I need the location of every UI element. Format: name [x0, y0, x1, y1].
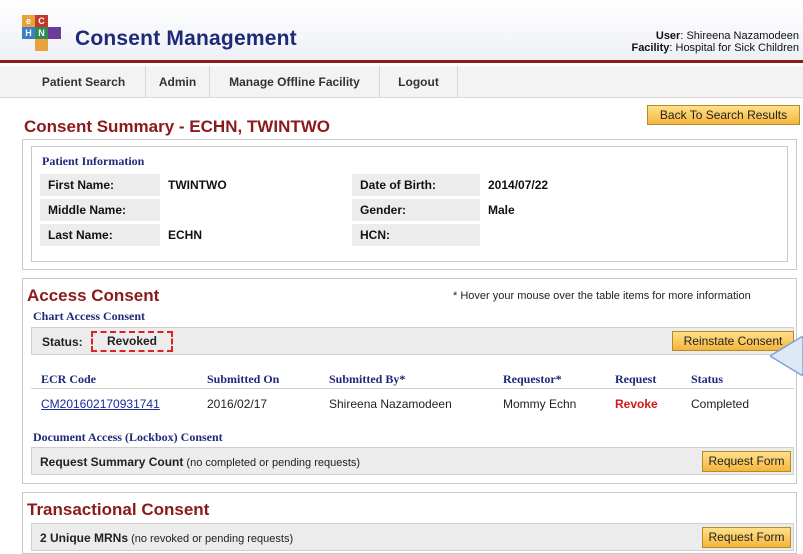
col-requestor: Requestor* — [503, 372, 562, 386]
row-status: Completed — [691, 397, 750, 411]
facility-label: Facility — [631, 42, 670, 54]
hcn-value — [480, 224, 640, 246]
table-header-divider — [31, 388, 794, 389]
hcn-label: HCN: — [352, 224, 480, 246]
col-request: Request — [615, 372, 657, 386]
hover-hint: * Hover your mouse over the table items … — [453, 290, 751, 302]
col-submitted-by: Submitted By* — [329, 372, 406, 386]
transactional-summary: 2 Unique MRNs (no revoked or pending req… — [40, 531, 294, 545]
status-label: Status: — [42, 335, 83, 349]
col-ecr-code: ECR Code — [41, 372, 97, 386]
nav-manage-offline-facility[interactable]: Manage Offline Facility — [210, 66, 380, 98]
first-name-value: TWINTWO — [160, 174, 352, 196]
chart-status-bar: Status: Revoked Reinstate Consent — [31, 327, 794, 355]
row-requestor: Mommy Echn — [503, 397, 577, 411]
transactional-request-form-button[interactable]: Request Form — [702, 527, 791, 548]
gender-value: Male — [480, 199, 640, 221]
ecr-code-link[interactable]: CM201602170931741 — [41, 397, 160, 411]
status-revoked-badge: Revoked — [91, 331, 173, 352]
transactional-consent-panel: Transactional Consent 2 Unique MRNs (no … — [22, 492, 797, 554]
echn-logo: e C H N — [22, 15, 61, 51]
col-submitted-on: Submitted On — [207, 372, 280, 386]
back-to-search-results-button[interactable]: Back To Search Results — [647, 105, 800, 125]
nav-admin[interactable]: Admin — [146, 66, 210, 98]
dob-label: Date of Birth: — [352, 174, 480, 196]
nav-logout[interactable]: Logout — [380, 66, 458, 98]
user-name: Shireena Nazamodeen — [686, 30, 799, 42]
chart-access-heading: Chart Access Consent — [33, 309, 145, 323]
row-request: Revoke — [615, 397, 658, 411]
page-title: Consent Summary - ECHN, TWINTWO — [24, 117, 331, 136]
row-submitted-on: 2016/02/17 — [207, 397, 268, 411]
document-request-summary: Request Summary Count (no completed or p… — [40, 455, 361, 469]
user-label: User — [655, 30, 681, 42]
app-header: e C H N Consent Management User: Shireen… — [0, 0, 803, 63]
patient-info-panel: Patient Information First Name: TWINTWO … — [22, 139, 797, 270]
callout-pointer-icon — [770, 336, 803, 376]
transactional-consent-title: Transactional Consent — [27, 500, 210, 519]
document-access-heading: Document Access (Lockbox) Consent — [33, 430, 223, 444]
access-consent-title: Access Consent — [27, 286, 160, 305]
first-name-label: First Name: — [40, 174, 160, 196]
dob-value: 2014/07/22 — [480, 174, 640, 196]
facility-name: Hospital for Sick Children — [675, 42, 800, 54]
gender-label: Gender: — [352, 199, 480, 221]
app-title: Consent Management — [75, 27, 297, 50]
access-consent-panel: Access Consent * Hover your mouse over t… — [22, 278, 797, 484]
last-name-label: Last Name: — [40, 224, 160, 246]
user-info: User: Shireena Nazamodeen Facility: Hosp… — [631, 30, 799, 54]
patient-info-heading: Patient Information — [42, 154, 145, 168]
document-request-form-button[interactable]: Request Form — [702, 451, 791, 472]
document-request-bar: Request Summary Count (no completed or p… — [31, 447, 794, 475]
middle-name-label: Middle Name: — [40, 199, 160, 221]
row-submitted-by: Shireena Nazamodeen — [329, 397, 452, 411]
nav-patient-search[interactable]: Patient Search — [22, 66, 146, 98]
patient-info-box: Patient Information First Name: TWINTWO … — [31, 146, 788, 262]
col-status: Status — [691, 372, 724, 386]
transactional-request-bar: 2 Unique MRNs (no revoked or pending req… — [31, 523, 794, 551]
main-nav: Patient Search Admin Manage Offline Faci… — [0, 66, 803, 98]
last-name-value: ECHN — [160, 224, 352, 246]
middle-name-value — [160, 199, 352, 221]
